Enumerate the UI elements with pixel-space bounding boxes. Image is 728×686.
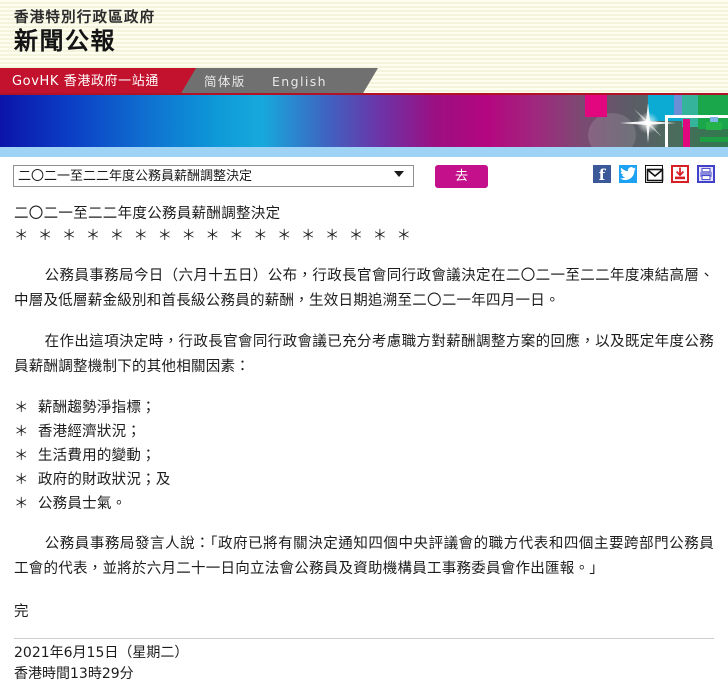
twitter-icon[interactable] xyxy=(619,165,637,183)
facebook-icon[interactable]: f xyxy=(593,165,611,184)
banner-magenta-bar xyxy=(683,119,690,147)
article-body: 二〇二一至二二年度公務員薪酬調整決定 ＊ ＊ ＊ ＊ ＊ ＊ ＊ ＊ ＊ ＊ ＊… xyxy=(0,197,728,686)
list-item-label: 生活費用的變動； xyxy=(37,448,156,465)
paragraph-text: 在作出這項決定時，行政長官會同行政會議已充分考慮職方對薪酬調整方案的回應，以及既… xyxy=(14,334,714,376)
paragraph-text: 公務員事務局發言人說：「政府已將有關決定通知四個中央評議會的職方代表和四個主要跨… xyxy=(14,536,714,578)
publish-time: 香港時間13時29分 xyxy=(14,666,134,683)
bullet-asterisk-icon: ＊ xyxy=(14,399,29,416)
list-item-label: 香港經濟狀況； xyxy=(37,424,142,441)
list-item-label: 政府的財政狀況；及 xyxy=(37,472,171,489)
page-title: 新聞公報 xyxy=(14,27,116,56)
list-item: ＊ 政府的財政狀況；及 xyxy=(14,468,714,492)
banner-white-frame xyxy=(665,115,728,147)
nav-link-govhk[interactable]: GovHK 香港政府一站通 xyxy=(12,68,159,95)
list-item: ＊ 香港經濟狀況； xyxy=(14,420,714,444)
list-item: ＊ 薪酬趨勢淨指標； xyxy=(14,396,714,420)
article-paragraph-1: 公務員事務局今日（六月十五日）公布，行政長官會同行政會議決定在二〇二一至二二年度… xyxy=(14,264,714,314)
publish-date: 2021年6月15日（星期二） xyxy=(14,644,189,661)
bullet-asterisk-icon: ＊ xyxy=(14,472,29,489)
footer-divider xyxy=(14,638,714,639)
article-datestamp: 2021年6月15日（星期二） 香港時間13時29分 xyxy=(14,643,714,686)
nav-link-english[interactable]: English xyxy=(272,68,327,95)
article-headline: 二〇二一至二二年度公務員薪酬調整決定 xyxy=(14,206,281,222)
list-item: ＊ 公務員士氣。 xyxy=(14,492,714,516)
masthead: 香港特別行政區政府 新聞公報 xyxy=(0,0,728,68)
download-icon[interactable] xyxy=(671,165,689,183)
banner-bottom-strip xyxy=(0,147,728,157)
banner-green-bar-large xyxy=(700,137,728,142)
share-row: f xyxy=(593,165,715,184)
banner-magenta-square xyxy=(585,95,607,117)
list-item-label: 公務員士氣。 xyxy=(37,496,127,513)
email-icon[interactable] xyxy=(645,165,664,183)
banner-green-bar-small xyxy=(706,122,722,130)
print-icon[interactable] xyxy=(697,165,715,183)
nav-link-simplified[interactable]: 简体版 xyxy=(204,68,246,95)
list-item-label: 薪酬趨勢淨指標； xyxy=(37,399,156,416)
bullet-asterisk-icon: ＊ xyxy=(14,448,29,465)
paragraph-text: 公務員事務局今日（六月十五日）公布，行政長官會同行政會議決定在二〇二一至二二年度… xyxy=(14,268,714,310)
decorative-banner xyxy=(0,95,728,147)
list-item: ＊ 生活費用的變動； xyxy=(14,444,714,468)
bullet-asterisk-icon: ＊ xyxy=(14,424,29,441)
article-end-mark: 完 xyxy=(14,604,29,621)
article-paragraph-2: 在作出這項決定時，行政長官會同行政會議已充分考慮職方對薪酬調整方案的回應，以及既… xyxy=(14,330,714,380)
bullet-asterisk-icon: ＊ xyxy=(14,496,29,513)
story-toolbar: 二〇二一至二二年度公務員薪酬調整決定 去 f xyxy=(0,157,728,197)
site-organisation: 香港特別行政區政府 xyxy=(14,10,156,26)
article-star-rule: ＊ ＊ ＊ ＊ ＊ ＊ ＊ ＊ ＊ ＊ ＊ ＊ ＊ ＊ ＊ ＊ ＊ xyxy=(14,228,414,245)
top-navbar: GovHK 香港政府一站通 简体版 English xyxy=(0,68,728,95)
factor-list: ＊薪酬趨勢淨指標； ＊香港經濟狀況； ＊生活費用的變動； ＊政府的財政狀況；及 … xyxy=(14,396,714,516)
go-button[interactable]: 去 xyxy=(435,165,488,188)
banner-circle-shape xyxy=(588,113,636,147)
article-paragraph-3: 公務員事務局發言人說：「政府已將有關決定通知四個中央評議會的職方代表和四個主要跨… xyxy=(14,532,714,582)
story-select[interactable]: 二〇二一至二二年度公務員薪酬調整決定 xyxy=(13,165,414,187)
